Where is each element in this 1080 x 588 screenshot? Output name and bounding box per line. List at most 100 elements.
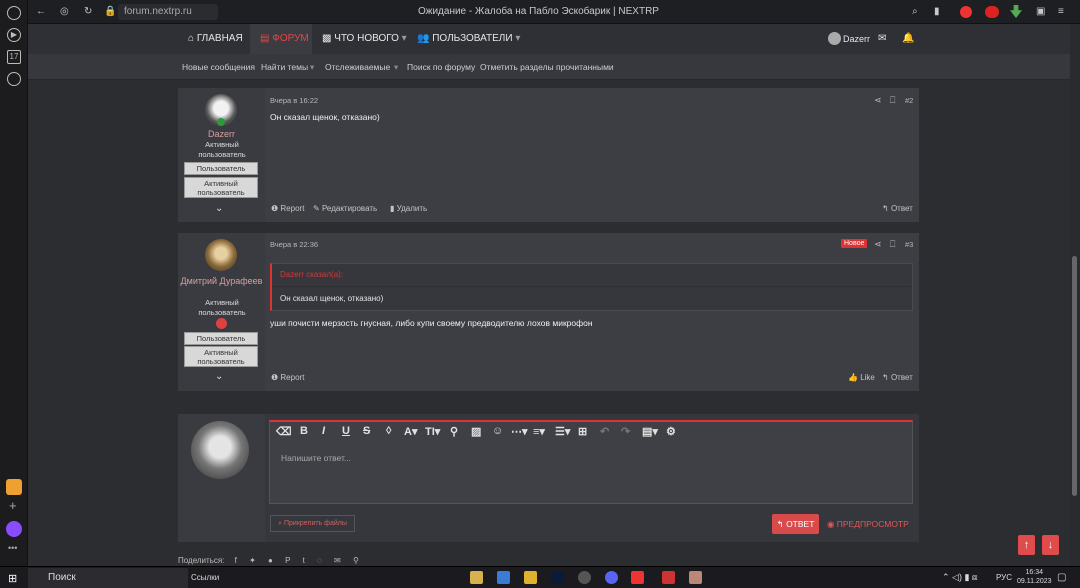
strike-icon[interactable]: S (363, 425, 370, 437)
underline-icon[interactable]: U (342, 425, 350, 437)
pinterest-icon[interactable]: P (285, 556, 290, 565)
back-icon[interactable]: ← (36, 6, 46, 17)
subnav-new-posts[interactable]: Новые сообщения (182, 54, 255, 80)
share-icon[interactable]: ⋖ (874, 95, 882, 106)
post-number[interactable]: #2 (905, 96, 913, 105)
language-indicator[interactable]: РУС (996, 573, 1012, 582)
align-icon[interactable]: ≡▾ (533, 425, 545, 438)
chevron-down-icon[interactable]: ⌄ (215, 371, 223, 382)
page-scrollbar[interactable] (1070, 24, 1080, 566)
store-icon[interactable] (470, 571, 483, 584)
scrollbar-thumb[interactable] (1072, 256, 1077, 496)
twitter-icon[interactable]: ✦ (249, 556, 256, 565)
smile-icon[interactable]: ☺ (492, 425, 503, 437)
alice-icon[interactable] (6, 521, 22, 537)
extension-icon[interactable] (985, 6, 999, 18)
tray-icons[interactable]: ⌃ ◁) ▮ ⧈ (942, 572, 978, 583)
reply-input[interactable]: Напишите ответ... (269, 442, 913, 504)
table-icon[interactable]: ⊞ (578, 425, 587, 438)
report-link[interactable]: ❶ Report (271, 204, 304, 213)
menu-icon[interactable]: ≡ (1058, 6, 1064, 17)
post-author[interactable]: Дмитрий Дурафеев (178, 275, 265, 287)
extension-icon[interactable] (960, 6, 972, 18)
reload-icon[interactable]: ↻ (84, 6, 92, 17)
gear-icon[interactable]: ⚙ (666, 425, 676, 438)
italic-icon[interactable]: I (322, 425, 325, 437)
user-avatar-small[interactable] (828, 32, 841, 45)
chevron-down-icon[interactable]: ⌄ (215, 203, 223, 214)
app-icon[interactable] (689, 571, 702, 584)
photoshop-icon[interactable] (551, 571, 564, 584)
taskbar-search[interactable]: Поиск (28, 568, 188, 588)
whatsapp-icon[interactable]: ◌ (317, 556, 322, 565)
nav-whats-new[interactable]: ▩ ЧТО НОВОГО ▾ (322, 24, 407, 54)
app-icon[interactable] (662, 571, 675, 584)
post-time[interactable]: Вчера в 22:36 (270, 240, 318, 249)
edit-link[interactable]: ✎ Редактировать (313, 204, 377, 213)
explorer-icon[interactable] (524, 571, 537, 584)
search-icon[interactable]: ⌕ (912, 6, 918, 17)
sidebar-icon[interactable]: ▣ (1036, 6, 1045, 17)
save-draft-icon[interactable]: ▤▾ (642, 425, 658, 438)
notification-icon[interactable]: ▢ (1057, 572, 1066, 583)
chrome-icon[interactable] (578, 571, 591, 584)
font-icon[interactable]: A▾ (404, 425, 417, 438)
quote-author[interactable]: Dazerr сказал(а): (280, 270, 343, 279)
bell-icon[interactable]: 🔔 (902, 24, 914, 54)
clock[interactable]: 16:34 09.11.2023 (1017, 568, 1052, 586)
mail-icon[interactable] (497, 571, 510, 584)
image-icon[interactable]: ▨ (471, 425, 481, 438)
play-icon[interactable]: ▶ (7, 28, 21, 42)
scroll-up-button[interactable]: ↑ (1018, 535, 1035, 555)
nav-home[interactable]: ⌂ ГЛАВНАЯ (188, 24, 243, 54)
reply-button[interactable]: ↰ ОТВЕТ (772, 514, 819, 534)
more-icon[interactable]: ••• (8, 543, 17, 553)
inbox-icon[interactable]: ✉ (878, 24, 886, 54)
avatar[interactable] (205, 239, 237, 271)
preview-button[interactable]: ◉ ПРЕДПРОСМОТР (827, 514, 912, 534)
reply-link[interactable]: ↰ Ответ (882, 373, 913, 382)
post-author[interactable]: Dazerr (178, 129, 265, 139)
post-number[interactable]: #3 (905, 240, 913, 249)
shield-icon[interactable]: ◎ (60, 6, 69, 17)
bold-icon[interactable]: B (300, 425, 308, 437)
discord-icon[interactable] (605, 571, 618, 584)
more-icon[interactable]: ⋯▾ (511, 425, 528, 438)
attach-files-button[interactable]: ⌕ Прикрепить файлы (270, 515, 355, 532)
link-icon[interactable]: ⚲ (353, 556, 359, 565)
bookmark-icon[interactable]: ⎕ (890, 239, 895, 250)
post-time[interactable]: Вчера в 16:22 (270, 96, 318, 105)
chevron-down-icon[interactable]: ▾ (394, 54, 398, 80)
links-toolbar[interactable]: Ссылки (191, 573, 219, 582)
app-icon[interactable] (6, 479, 22, 495)
email-icon[interactable]: ✉ (334, 556, 341, 565)
subnav-find-threads[interactable]: Найти темы (261, 54, 308, 80)
subnav-watched[interactable]: Отслеживаемые (325, 54, 390, 80)
list-icon[interactable]: ☰▾ (555, 425, 570, 438)
history-icon[interactable] (7, 6, 21, 20)
redo-icon[interactable]: ↷ (621, 425, 630, 438)
reply-link[interactable]: ↰ Ответ (882, 204, 913, 213)
subnav-search[interactable]: Поиск по форуму (407, 54, 475, 80)
subnav-mark-read[interactable]: Отметить разделы прочитанными (480, 54, 614, 80)
nav-users[interactable]: 👥 ПОЛЬЗОВАТЕЛИ ▾ (417, 24, 520, 54)
undo-icon[interactable]: ↶ (600, 425, 609, 438)
facebook-icon[interactable]: f (235, 556, 237, 565)
windows-icon[interactable]: ⊞ (8, 572, 17, 585)
report-link[interactable]: ❶ Report (271, 373, 304, 382)
nav-forums[interactable]: ▤ ФОРУМ (250, 24, 312, 54)
eraser-icon[interactable]: ⌫ (276, 425, 292, 438)
settings-icon[interactable] (7, 72, 21, 86)
share-icon[interactable]: ⋖ (874, 239, 882, 250)
reddit-icon[interactable]: ● (268, 556, 273, 565)
address-bar[interactable]: forum.nextrp.ru (118, 4, 218, 20)
add-icon[interactable]: + (9, 498, 17, 513)
bookmark-icon[interactable]: ▮ (934, 6, 940, 17)
download-icon[interactable] (1010, 5, 1022, 18)
scroll-down-button[interactable]: ↓ (1042, 535, 1059, 555)
bookmark-icon[interactable]: ⎕ (890, 95, 895, 106)
tumblr-icon[interactable]: t (303, 556, 305, 565)
delete-link[interactable]: ▮ Удалить (390, 204, 427, 213)
nav-username[interactable]: Dazerr (843, 24, 870, 54)
yandex-browser-icon[interactable] (631, 571, 644, 584)
